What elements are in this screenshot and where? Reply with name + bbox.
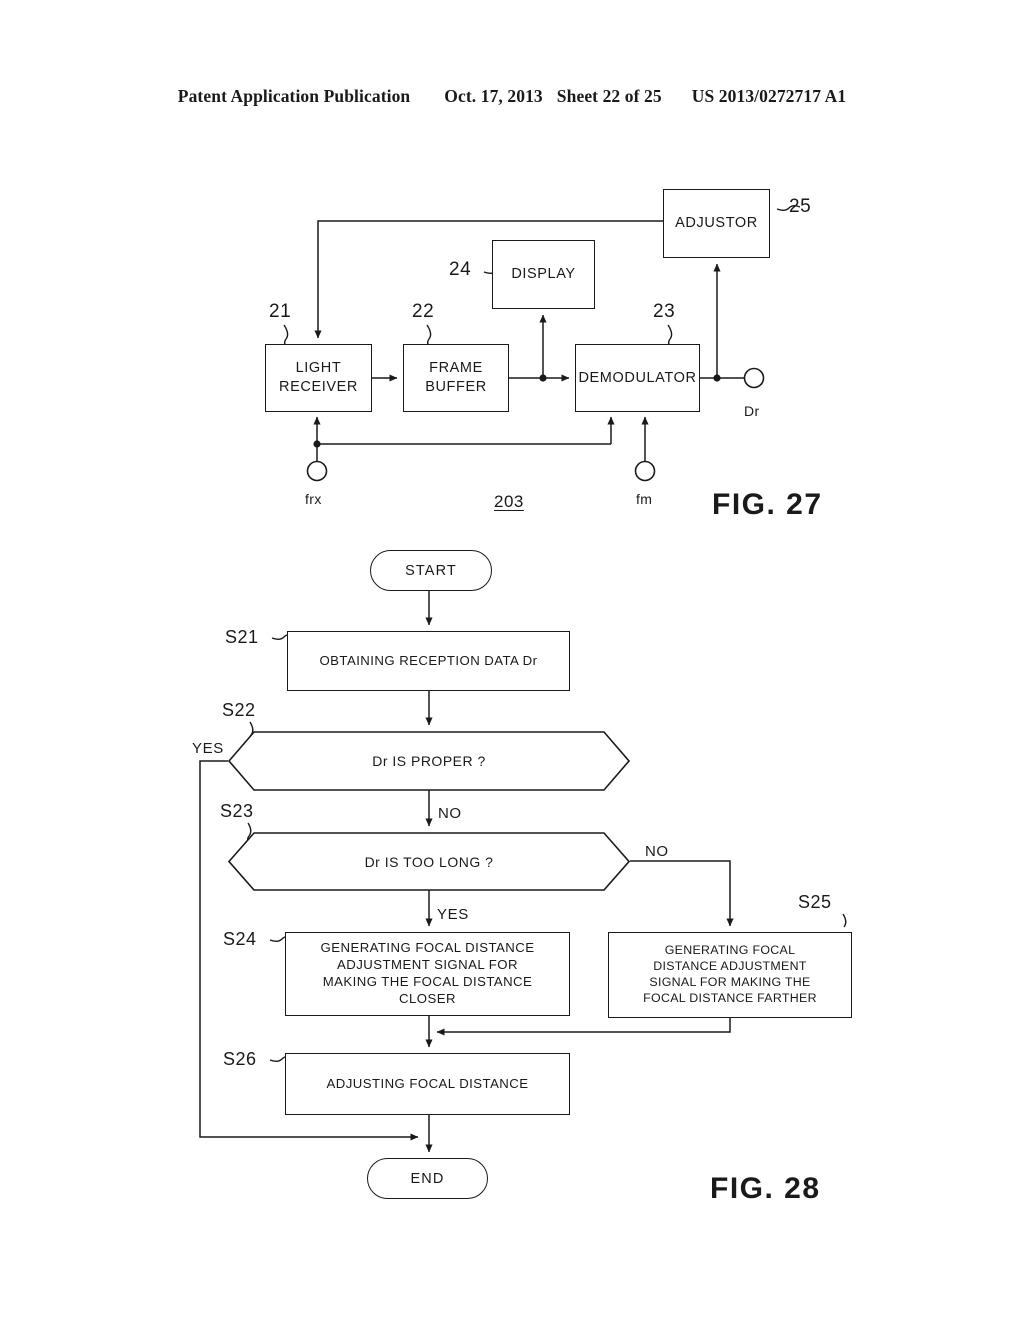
branch-label-s23-yes: YES xyxy=(437,906,469,923)
block-adjustor: ADJUSTOR xyxy=(663,189,770,258)
header-docnum: US 2013/0272717 A1 xyxy=(691,86,847,106)
terminal-frx xyxy=(306,460,328,482)
step-s24-line4: CLOSER xyxy=(399,990,456,1006)
block-frame-buffer-line1: FRAME xyxy=(429,360,483,377)
end-label: END xyxy=(410,1170,445,1187)
step-s23-text: Dr IS TOO LONG ? xyxy=(364,853,494,870)
header-sheet: Sheet 22 of 25 xyxy=(556,86,662,106)
step-tag-s23: S23 xyxy=(220,801,254,821)
sheet-header: Patent Application Publication Oct. 17, 2… xyxy=(0,86,1024,107)
step-tag-s21: S21 xyxy=(225,627,259,647)
block-frame-buffer: FRAME BUFFER xyxy=(403,344,509,412)
block-light-receiver: LIGHT RECEIVER xyxy=(265,344,372,412)
block-display-label: DISPLAY xyxy=(511,266,576,283)
block-light-receiver-line2: RECEIVER xyxy=(279,379,358,395)
block-frame-buffer-line2: BUFFER xyxy=(425,379,487,395)
terminal-label-frx: frx xyxy=(305,491,322,507)
step-s25-line4: FOCAL DISTANCE FARTHER xyxy=(643,990,817,1005)
junction-dot xyxy=(539,374,547,382)
ref-number-23: 23 xyxy=(653,301,676,322)
patent-drawing-sheet: Patent Application Publication Oct. 17, 2… xyxy=(0,0,1024,1320)
step-tag-s25: S25 xyxy=(798,892,832,912)
step-s25-line2: DISTANCE ADJUSTMENT xyxy=(653,959,807,974)
step-s24-line2: ADJUSTMENT SIGNAL FOR xyxy=(337,957,518,973)
ref-number-24: 24 xyxy=(449,259,472,280)
terminal-fm xyxy=(634,460,656,482)
step-s26-text: ADJUSTING FOCAL DISTANCE xyxy=(326,1075,529,1091)
flow-step-s24: GENERATING FOCAL DISTANCE ADJUSTMENT SIG… xyxy=(285,932,570,1016)
step-s21-text: OBTAINING RECEPTION DATA Dr xyxy=(319,652,538,668)
flow-step-s25: GENERATING FOCAL DISTANCE ADJUSTMENT SIG… xyxy=(608,932,852,1018)
step-s22-text: Dr IS PROPER ? xyxy=(372,753,486,769)
step-s24-line1: GENERATING FOCAL DISTANCE xyxy=(320,940,535,956)
flow-terminator-end: END xyxy=(367,1158,488,1199)
flow-step-s21: OBTAINING RECEPTION DATA Dr xyxy=(287,631,570,691)
ref-number-22: 22 xyxy=(412,301,435,322)
step-s25-line3: SIGNAL FOR MAKING THE xyxy=(649,975,811,989)
ref-number-25: 25 xyxy=(789,196,812,217)
flow-terminator-start: START xyxy=(370,550,492,591)
step-tag-s24: S24 xyxy=(223,929,257,949)
header-publication: Patent Application Publication xyxy=(177,86,411,106)
step-tag-s26: S26 xyxy=(223,1049,257,1069)
terminal-label-dr: Dr xyxy=(744,403,760,419)
junction-dot xyxy=(713,374,721,382)
branch-label-s22-no: NO xyxy=(438,805,462,822)
flow-decision-s23: Dr IS TOO LONG ? xyxy=(228,832,630,891)
block-demodulator-label: DEMODULATOR xyxy=(578,369,697,386)
step-s24-line3: MAKING THE FOCAL DISTANCE xyxy=(322,974,533,989)
figure-caption-27: FIG. 27 xyxy=(712,488,823,521)
figure-caption-28: FIG. 28 xyxy=(710,1172,821,1205)
block-adjustor-label: ADJUSTOR xyxy=(675,215,758,232)
junction-dot xyxy=(313,440,321,448)
header-date: Oct. 17, 2013 xyxy=(444,86,543,106)
step-s25-line1: GENERATING FOCAL xyxy=(664,943,796,958)
terminal-dr xyxy=(743,367,765,389)
system-number-203: 203 xyxy=(494,492,524,511)
flow-decision-s22: Dr IS PROPER ? xyxy=(228,731,630,791)
step-tag-s22: S22 xyxy=(222,700,256,720)
branch-label-s23-no: NO xyxy=(645,843,669,860)
block-demodulator: DEMODULATOR xyxy=(575,344,700,412)
terminal-label-fm: fm xyxy=(636,491,653,507)
start-label: START xyxy=(405,562,457,579)
flow-step-s26: ADJUSTING FOCAL DISTANCE xyxy=(285,1053,570,1115)
ref-number-21: 21 xyxy=(269,301,292,322)
block-display: DISPLAY xyxy=(492,240,595,309)
block-light-receiver-line1: LIGHT xyxy=(295,360,342,377)
branch-label-s22-yes: YES xyxy=(192,740,224,757)
